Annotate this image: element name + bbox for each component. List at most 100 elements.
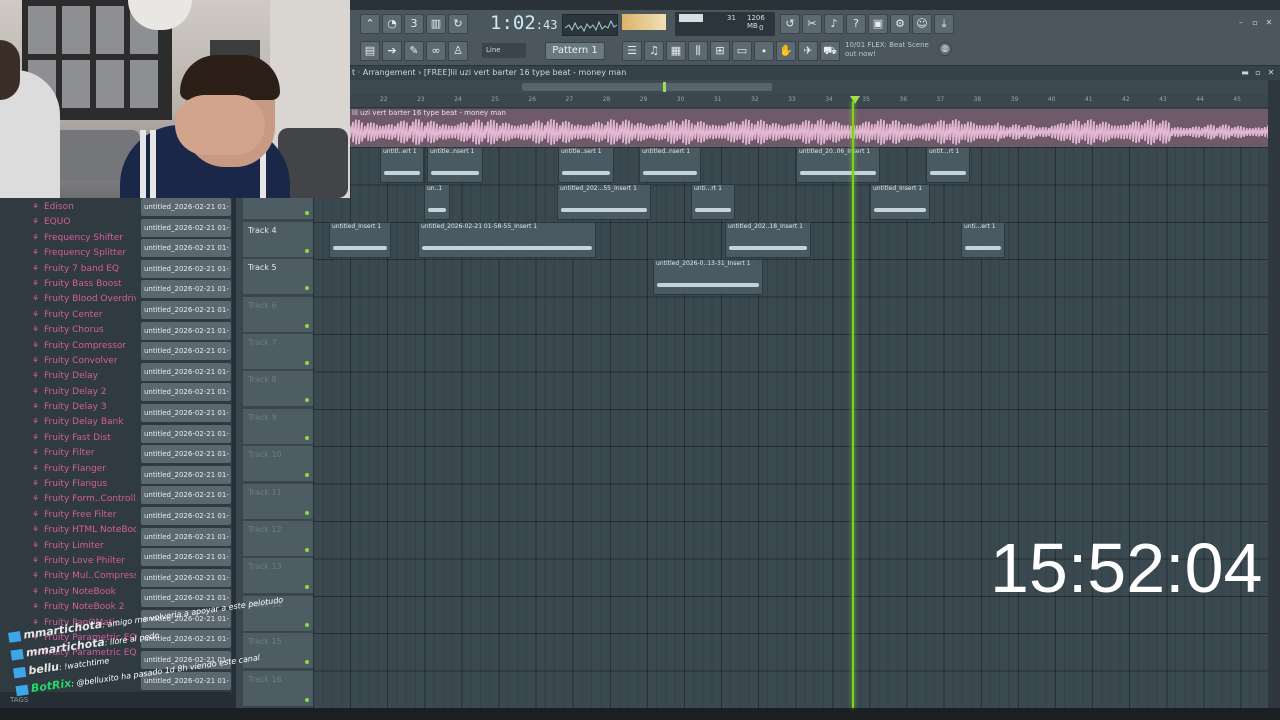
arrow-right-icon[interactable]: ➔	[382, 41, 402, 61]
audio-clip[interactable]: untitled_202...55_Insert 1	[557, 184, 651, 221]
browser-plugin-item[interactable]: Fruity 7 band EQ	[30, 264, 136, 279]
recorded-file-item[interactable]: untitled_2026-02-21 01-	[141, 506, 231, 525]
playlist-icon[interactable]: ☰	[622, 41, 642, 61]
audio-clip[interactable]: untitled_Insert 1	[329, 221, 391, 258]
browser-plugin-item[interactable]: Fruity Limiter	[30, 541, 136, 556]
stamp-icon[interactable]: ♙	[448, 41, 468, 61]
browser-plugin-item[interactable]: Fruity Delay 2	[30, 387, 136, 402]
audio-clip[interactable]: untitled..nsert 1	[639, 147, 701, 183]
recorded-file-item[interactable]: untitled_2026-02-21 01-	[141, 527, 231, 546]
cart-icon[interactable]: ⛟	[820, 41, 840, 61]
browser-plugin-item[interactable]: Edison	[30, 202, 136, 217]
track-header[interactable]: Track 9	[243, 408, 313, 445]
browser-plugin-item[interactable]: Fruity Fast Dist	[30, 433, 136, 448]
track-mute-led[interactable]	[305, 323, 309, 328]
undo-icon[interactable]: ↺	[780, 14, 800, 34]
playlist-minimize-icon[interactable]: ▬	[1240, 66, 1250, 80]
browser-plugin-item[interactable]: Fruity Mul..Compressor	[30, 571, 136, 586]
track-header[interactable]: Track 4	[243, 221, 313, 258]
browser-plugin-item[interactable]: Fruity Delay 3	[30, 402, 136, 417]
audio-clip[interactable]: unti...ert 1	[961, 221, 1005, 258]
minimize-icon[interactable]: –	[1236, 18, 1246, 28]
browser-plugin-item[interactable]: Fruity Love Philter	[30, 556, 136, 571]
browser-plugin-item[interactable]: Fruity NoteBook	[30, 587, 136, 602]
master-volume-slider[interactable]	[622, 14, 666, 30]
loop-record-icon[interactable]: ↻	[448, 14, 468, 34]
browser-plugin-item[interactable]: EQUO	[30, 217, 136, 232]
browser-plugin-item[interactable]: Frequency Shifter	[30, 233, 136, 248]
master-audio-clip[interactable]: lil uzi vert barter 16 type beat - money…	[350, 109, 1268, 147]
recorded-file-item[interactable]: untitled_2026-02-21 01-	[141, 300, 231, 319]
playlist-vertical-scrollbar[interactable]	[1268, 80, 1280, 708]
recorded-file-item[interactable]: untitled_2026-02-21 01-	[141, 445, 231, 464]
project-icon[interactable]: ▭	[732, 41, 752, 61]
wait-record-icon[interactable]: ◔	[382, 14, 402, 34]
recorded-file-item[interactable]: untitled_2026-02-21 01-	[141, 568, 231, 587]
recorded-file-item[interactable]: untitled_2026-02-21 01-	[141, 486, 231, 505]
audio-clip[interactable]: untitl..ert 1	[380, 147, 424, 183]
browser-plugin-item[interactable]: Fruity Flanger	[30, 464, 136, 479]
browser-plugin-item[interactable]: Fruity Flangus	[30, 479, 136, 494]
browser-plugin-item[interactable]: Fruity HTML NoteBook	[30, 525, 136, 540]
audio-clip[interactable]: untitled_2026-0..13-31_Insert 1	[653, 259, 763, 296]
track-header[interactable]: Track 12	[243, 521, 313, 557]
track-mute-led[interactable]	[305, 622, 309, 627]
audio-clip[interactable]: untitle..sert 1	[558, 147, 614, 183]
recorded-file-item[interactable]: untitled_2026-02-21 01-	[141, 239, 231, 258]
track-mute-led[interactable]	[305, 435, 309, 440]
recorded-file-item[interactable]: untitled_2026-02-21 01-	[141, 362, 231, 381]
mixer-icon[interactable]: ⫼	[688, 41, 708, 61]
recorded-file-item[interactable]: untitled_2026-02-21 01-	[141, 280, 231, 299]
browser-plugin-item[interactable]: Fruity Form..Controller	[30, 494, 136, 509]
track-mute-led[interactable]	[305, 286, 309, 291]
step-edit-icon[interactable]: ▥	[426, 14, 446, 34]
countdown-icon[interactable]: 3	[404, 14, 424, 34]
track-mute-led[interactable]	[305, 697, 309, 702]
browser-plugin-item[interactable]: Frequency Splitter	[30, 248, 136, 263]
recorded-file-item[interactable]: untitled_2026-02-21 01-	[141, 383, 231, 402]
browser-plugin-item[interactable]: Fruity Center	[30, 310, 136, 325]
browser-plugin-item[interactable]: Fruity Convolver	[30, 356, 136, 371]
close-icon[interactable]: ✕	[1264, 18, 1274, 28]
track-mute-led[interactable]	[305, 248, 309, 253]
recorded-file-item[interactable]: untitled_2026-02-21 01-	[141, 548, 231, 567]
track-header[interactable]: Track 5	[243, 259, 313, 296]
browser-plugin-item[interactable]: Fruity Delay	[30, 371, 136, 386]
help-icon[interactable]: ?	[846, 14, 866, 34]
audio-clip[interactable]: un..1	[424, 184, 450, 221]
pencil-icon[interactable]: ✎	[404, 41, 424, 61]
browser-icon[interactable]: ⊞	[710, 41, 730, 61]
track-mute-led[interactable]	[305, 510, 309, 515]
track-mute-led[interactable]	[305, 585, 309, 590]
pattern-selector[interactable]: Pattern 1	[545, 42, 605, 60]
audio-clip[interactable]: untit...rt 1	[926, 147, 970, 183]
playlist-restore-icon[interactable]: ▫	[1253, 66, 1263, 80]
recorded-file-item[interactable]: untitled_2026-02-21 01-	[141, 218, 231, 237]
track-mute-led[interactable]	[305, 473, 309, 478]
browser-plugin-item[interactable]: Fruity Free Filter	[30, 510, 136, 525]
plugin-picker-icon[interactable]: ⬩	[754, 41, 774, 61]
playlist-close-icon[interactable]: ✕	[1266, 66, 1276, 80]
browser-plugin-item[interactable]: Fruity Compressor	[30, 341, 136, 356]
audio-clip[interactable]: untitled_2026-02-21 01-58-55_Insert 1	[418, 221, 596, 258]
cut-icon[interactable]: ✂	[802, 14, 822, 34]
recorded-file-item[interactable]: untitled_2026-02-21 01-	[141, 321, 231, 340]
audio-clip[interactable]: untitle..nsert 1	[427, 147, 483, 183]
recorded-file-item[interactable]: untitled_2026-02-21 01-	[141, 465, 231, 484]
track-header[interactable]: Track 11	[243, 483, 313, 520]
globe-icon[interactable]: ◍	[938, 42, 952, 56]
track-mute-led[interactable]	[305, 660, 309, 665]
browser-plugin-item[interactable]: Fruity Bass Boost	[30, 279, 136, 294]
recorded-file-item[interactable]: untitled_2026-02-21 01-	[141, 198, 231, 216]
piano-icon[interactable]: ▤	[360, 41, 380, 61]
recorded-file-item[interactable]: untitled_2026-02-21 01-	[141, 259, 231, 278]
microphone-icon[interactable]: ♪	[824, 14, 844, 34]
browser-plugin-item[interactable]: Fruity Delay Bank	[30, 417, 136, 432]
song-time-display[interactable]: 1:02:43	[490, 12, 560, 38]
track-header[interactable]: Track 13	[243, 558, 313, 595]
news-panel[interactable]: 10/01 FLEX: Beat Scene out now!	[845, 41, 945, 63]
channel-rack-icon[interactable]: ▦	[666, 41, 686, 61]
plugin-icon[interactable]: ⚙	[890, 14, 910, 34]
recorded-file-item[interactable]: untitled_2026-02-21 01-	[141, 403, 231, 422]
save-icon[interactable]: ▣	[868, 14, 888, 34]
